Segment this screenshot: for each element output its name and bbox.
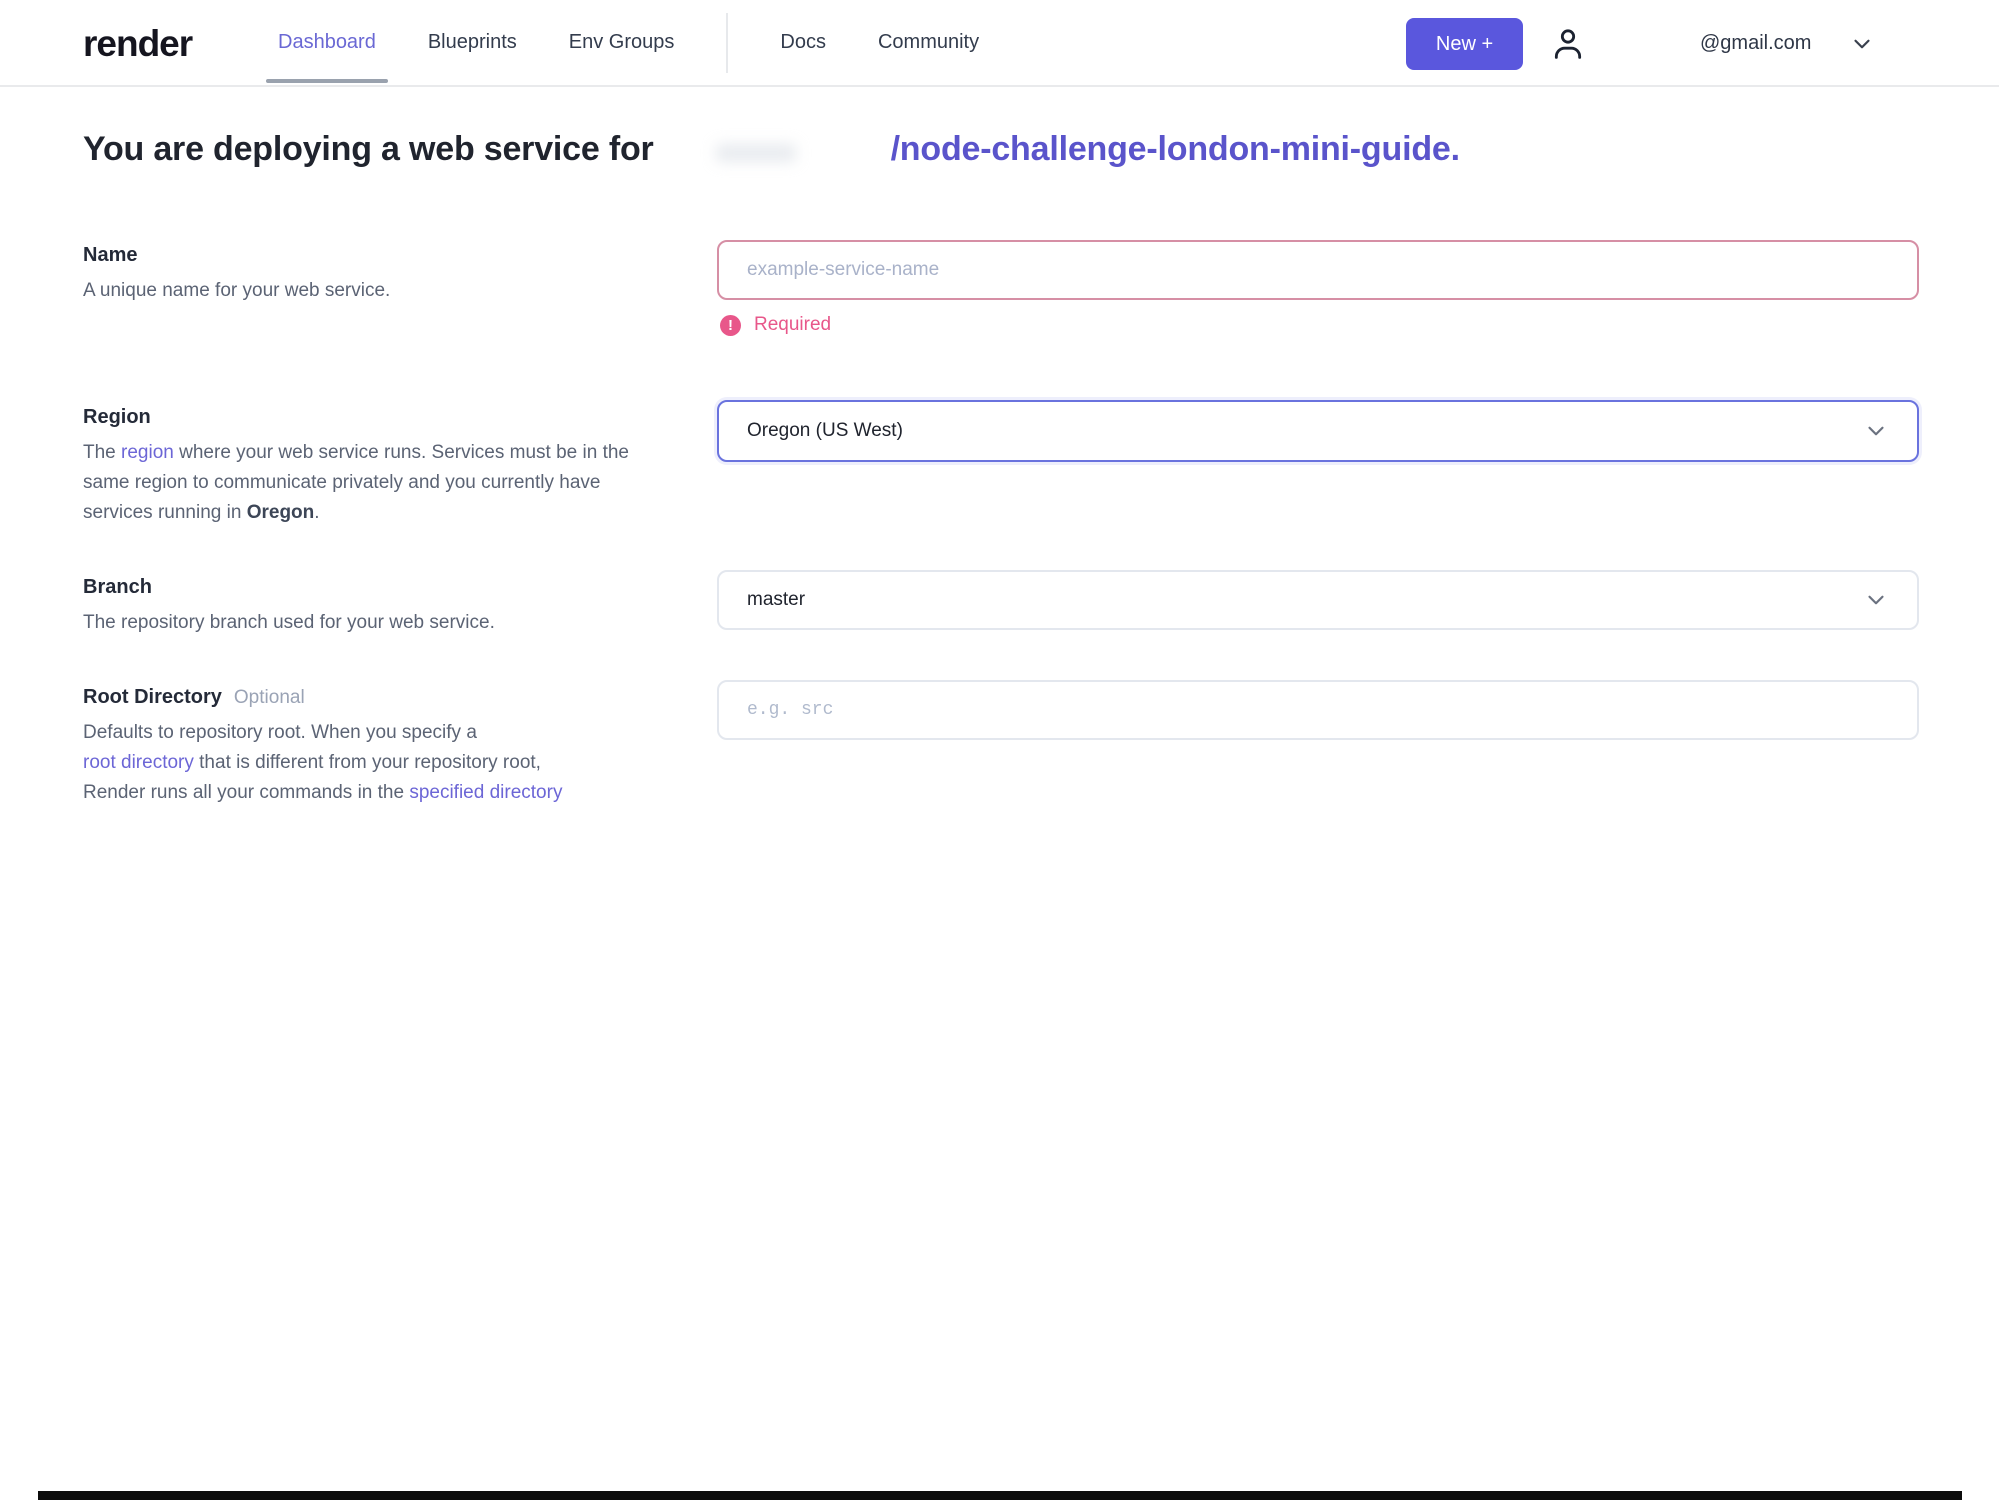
root-directory-doc-link[interactable]: root directory [83, 752, 194, 773]
root-desc-line2: that is different from your repository r… [193, 752, 541, 773]
top-nav: render Dashboard Blueprints Env Groups D… [0, 0, 1999, 87]
region-desc-end: . [314, 502, 320, 523]
render-logo[interactable]: render [83, 23, 193, 65]
page-title-prefix: You are deploying a web service for [83, 130, 654, 168]
bottom-edge-bar [38, 1491, 1962, 1500]
nav-item-community[interactable]: Community [878, 0, 979, 85]
region-label: Region [83, 406, 151, 428]
new-button[interactable]: New + [1406, 18, 1523, 70]
account-email: @gmail.com [1700, 32, 1812, 54]
root-directory-description: Defaults to repository root. When you sp… [83, 718, 665, 808]
name-label: Name [83, 244, 138, 266]
chevron-down-icon [1863, 418, 1889, 444]
name-error-row: ! Required [720, 314, 831, 336]
region-select[interactable]: Oregon (US West) [717, 400, 1919, 462]
nav-divider [726, 12, 729, 73]
root-directory-input[interactable] [717, 680, 1919, 740]
region-desc-text: The [83, 442, 122, 463]
specified-directory-link[interactable]: specified directory [409, 782, 562, 803]
user-icon[interactable] [1548, 20, 1596, 68]
chevron-down-icon [1849, 31, 1875, 57]
root-directory-label: Root Directory Optional [83, 686, 305, 709]
nav-item-env-groups[interactable]: Env Groups [569, 0, 675, 85]
branch-select-value: master [747, 589, 806, 610]
account-menu[interactable]: @gmail.com [1700, 0, 1875, 87]
branch-select[interactable]: master [717, 570, 1919, 630]
region-description: The region where your web service runs. … [83, 438, 665, 528]
redacted-repo-owner [715, 143, 796, 162]
region-desc-oregon: Oregon [246, 502, 315, 523]
name-error-text: Required [754, 314, 832, 335]
region-select-value: Oregon (US West) [747, 420, 903, 441]
nav-item-dashboard[interactable]: Dashboard [266, 0, 388, 85]
repo-link[interactable]: /node-challenge-london-mini-guide. [891, 130, 1460, 169]
branch-description: The repository branch used for your web … [83, 612, 495, 633]
name-input[interactable] [717, 240, 1919, 300]
nav-item-docs[interactable]: Docs [780, 0, 826, 85]
deploy-web-service-page: render Dashboard Blueprints Env Groups D… [0, 0, 1999, 1500]
root-directory-label-text: Root Directory [83, 686, 222, 708]
branch-label: Branch [83, 576, 152, 598]
chevron-down-icon [1863, 587, 1889, 613]
alert-circle-icon: ! [720, 314, 741, 336]
region-doc-link[interactable]: region [121, 442, 174, 463]
nav-items: Dashboard Blueprints Env Groups Docs Com… [266, 0, 979, 85]
nav-item-blueprints[interactable]: Blueprints [428, 0, 517, 85]
root-desc-line3: Render runs all your commands in the [83, 782, 410, 803]
name-description: A unique name for your web service. [83, 280, 391, 301]
root-desc-line1: Defaults to repository root. When you sp… [83, 722, 477, 743]
page-title: You are deploying a web service for /nod… [83, 130, 1460, 169]
root-directory-optional-tag: Optional [233, 687, 305, 708]
